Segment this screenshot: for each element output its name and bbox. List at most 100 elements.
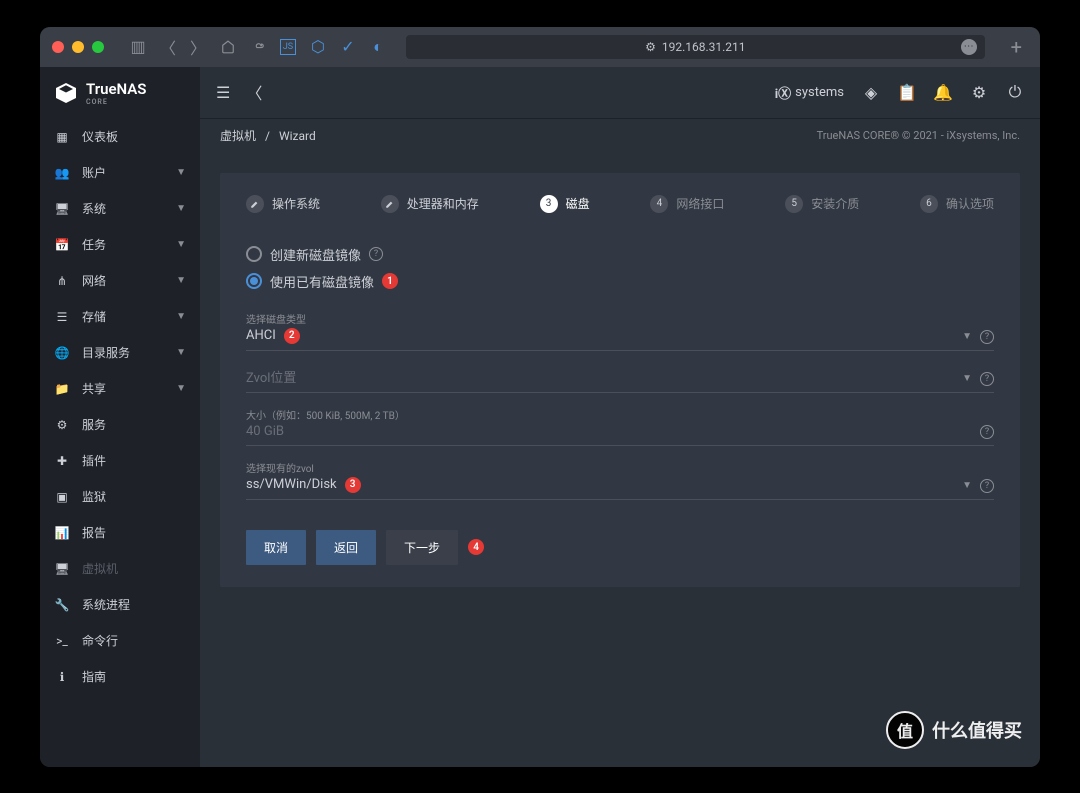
users-icon: 👥 (54, 165, 70, 181)
next-button[interactable]: 下一步 (386, 530, 458, 565)
help-icon[interactable]: ? (980, 330, 994, 344)
field-zvol-location[interactable]: Zvol位置 ▼? (246, 365, 994, 393)
breadcrumb-bar: 虚拟机 / Wizard TrueNAS CORE® © 2021 - iXsy… (200, 119, 1040, 153)
breadcrumb-root[interactable]: 虚拟机 (220, 129, 256, 143)
step-indicator-icon: 6 (920, 195, 938, 213)
sidebar-item-label: 任务 (82, 236, 106, 253)
minimize-window-icon[interactable] (72, 41, 84, 53)
ext-icon-3[interactable]: ✓ (340, 39, 356, 55)
traffic-lights (52, 41, 104, 53)
ext-icon-2[interactable]: ⬡ (310, 39, 326, 55)
step-label: 安装介质 (811, 195, 859, 212)
sidebar-item-15[interactable]: ℹ指南 (40, 659, 200, 695)
lock-icon: ⚙ (645, 40, 656, 54)
close-window-icon[interactable] (52, 41, 64, 53)
step-4[interactable]: 4 网络接口 (650, 195, 724, 213)
chevron-down-icon: ▼ (176, 275, 186, 286)
chevron-down-icon: ▼ (176, 239, 186, 250)
chevron-down-icon: ▼ (962, 373, 972, 384)
field-disk-type[interactable]: 选择磁盘类型 AHCI2 ▼? (246, 311, 994, 351)
sidebar-item-11[interactable]: 📊报告 (40, 515, 200, 551)
sidebar-item-label: 共享 (82, 380, 106, 397)
laptop-icon: 🖥 (54, 561, 70, 577)
step-label: 操作系统 (272, 195, 320, 212)
sidebar-item-9[interactable]: ✚插件 (40, 443, 200, 479)
sidebar-item-label: 仪表板 (82, 128, 118, 145)
field-existing-zvol[interactable]: 选择现有的zvol ss/VMWin/Disk3 ▼? (246, 460, 994, 500)
sidebar-item-1[interactable]: 👥 账户 ▼ (40, 155, 200, 191)
step-indicator-icon: 5 (785, 195, 803, 213)
help-icon[interactable]: ? (980, 372, 994, 386)
annotation-badge-4: 4 (468, 539, 484, 555)
back-button[interactable]: 返回 (316, 530, 376, 565)
radio-create-disk[interactable]: 创建新磁盘镜像 ? (246, 241, 994, 268)
more-icon[interactable]: ⋯ (961, 39, 977, 55)
dashboard-icon: ▦ (54, 129, 70, 145)
sidebar-item-7[interactable]: 📁 共享 ▼ (40, 371, 200, 407)
chevron-down-icon: ▼ (176, 383, 186, 394)
maximize-window-icon[interactable] (92, 41, 104, 53)
help-icon[interactable]: ? (980, 425, 994, 439)
step-6[interactable]: 6确认选项 (920, 195, 994, 213)
step-3[interactable]: 3磁盘 (540, 195, 590, 213)
step-2[interactable]: 处理器和内存 (381, 195, 479, 213)
clipboard-icon[interactable]: 📋 (898, 83, 916, 101)
gear-icon[interactable]: ⚙ (970, 83, 988, 101)
step-label: 处理器和内存 (407, 195, 479, 212)
sidebar-toggle-icon[interactable]: ▥ (130, 39, 146, 55)
calendar-icon: 📅 (54, 237, 70, 253)
sidebar-item-6[interactable]: 🌐目录服务▼ (40, 335, 200, 371)
new-tab-icon[interactable]: + (1005, 35, 1028, 59)
url-text: 192.168.31.211 (662, 40, 746, 54)
chevron-down-icon: ▼ (176, 203, 186, 214)
laptop-icon: 🖥 (54, 201, 70, 217)
breadcrumb-current: Wizard (279, 129, 316, 143)
menu-toggle-icon[interactable]: ☰ (216, 83, 230, 102)
nav-forward-icon[interactable]: 〉 (190, 39, 206, 55)
sidebar-item-label: 账户 (82, 164, 106, 181)
ext-icon-1[interactable]: JS (280, 39, 296, 55)
browser-window: ▥ 〈 〉 JS ⬡ ✓ ◐ ⚙ 192.168.31.211 ⋯ + True… (40, 27, 1040, 767)
step-1[interactable]: 操作系统 (246, 195, 320, 213)
sidebar-item-5[interactable]: ☰存储▼ (40, 299, 200, 335)
annotation-badge-3: 3 (345, 477, 361, 493)
sidebar-item-2[interactable]: 🖥系统▼ (40, 191, 200, 227)
step-indicator-icon: 4 (650, 195, 668, 213)
help-icon[interactable]: ? (369, 247, 383, 261)
nav-back-icon[interactable]: 〈 (160, 39, 176, 55)
sidebar-item-8[interactable]: ⚙服务 (40, 407, 200, 443)
ixsystems-logo[interactable]: iⓍsystems (775, 83, 844, 102)
power-icon[interactable]: ⏻ (1006, 83, 1024, 101)
step-indicator-icon (246, 195, 264, 213)
sidebar-item-13[interactable]: 🔧系统进程 (40, 587, 200, 623)
sidebar-item-label: 插件 (82, 452, 106, 469)
sidebar-item-12[interactable]: 🖥虚拟机 (40, 551, 200, 587)
back-icon[interactable]: 〈 (246, 80, 262, 104)
home-icon[interactable] (220, 39, 236, 55)
step-5[interactable]: 5 安装介质 (785, 195, 859, 213)
chevron-down-icon: ▼ (176, 347, 186, 358)
sidebar-item-14[interactable]: >_命令行 (40, 623, 200, 659)
network-icon: ⋔ (54, 273, 70, 289)
brand-logo: TrueNASCORE (40, 67, 200, 119)
cancel-button[interactable]: 取消 (246, 530, 306, 565)
bell-icon[interactable]: 🔔 (934, 83, 952, 101)
jail-icon: ▣ (54, 489, 70, 505)
chevron-down-icon: ▼ (962, 480, 972, 491)
sidebar-item-4[interactable]: ⋔网络▼ (40, 263, 200, 299)
field-size[interactable]: 大小（例如：500 KiB, 500M, 2 TB） 40 GiB ? (246, 407, 994, 446)
sidebar-item-3[interactable]: 📅 任务 ▼ (40, 227, 200, 263)
topbar: ☰ 〈 iⓍsystems ◈ 📋 🔔 ⚙ ⏻ (200, 67, 1040, 119)
cloud-icon[interactable] (250, 39, 266, 55)
chevron-down-icon: ▼ (176, 311, 186, 322)
ext-icon-4[interactable]: ◐ (370, 39, 386, 55)
sidebar-item-0[interactable]: ▦ 仪表板 (40, 119, 200, 155)
radio-use-existing-disk[interactable]: 使用已有磁盘镜像 1 (246, 268, 994, 295)
help-icon[interactable]: ? (980, 479, 994, 493)
sidebar-item-10[interactable]: ▣监狱 (40, 479, 200, 515)
chevron-down-icon: ▼ (176, 167, 186, 178)
address-bar[interactable]: ⚙ 192.168.31.211 ⋯ (406, 35, 985, 59)
step-label: 网络接口 (676, 195, 724, 212)
truecommand-icon[interactable]: ◈ (862, 83, 880, 101)
folder-icon: 📁 (54, 381, 70, 397)
